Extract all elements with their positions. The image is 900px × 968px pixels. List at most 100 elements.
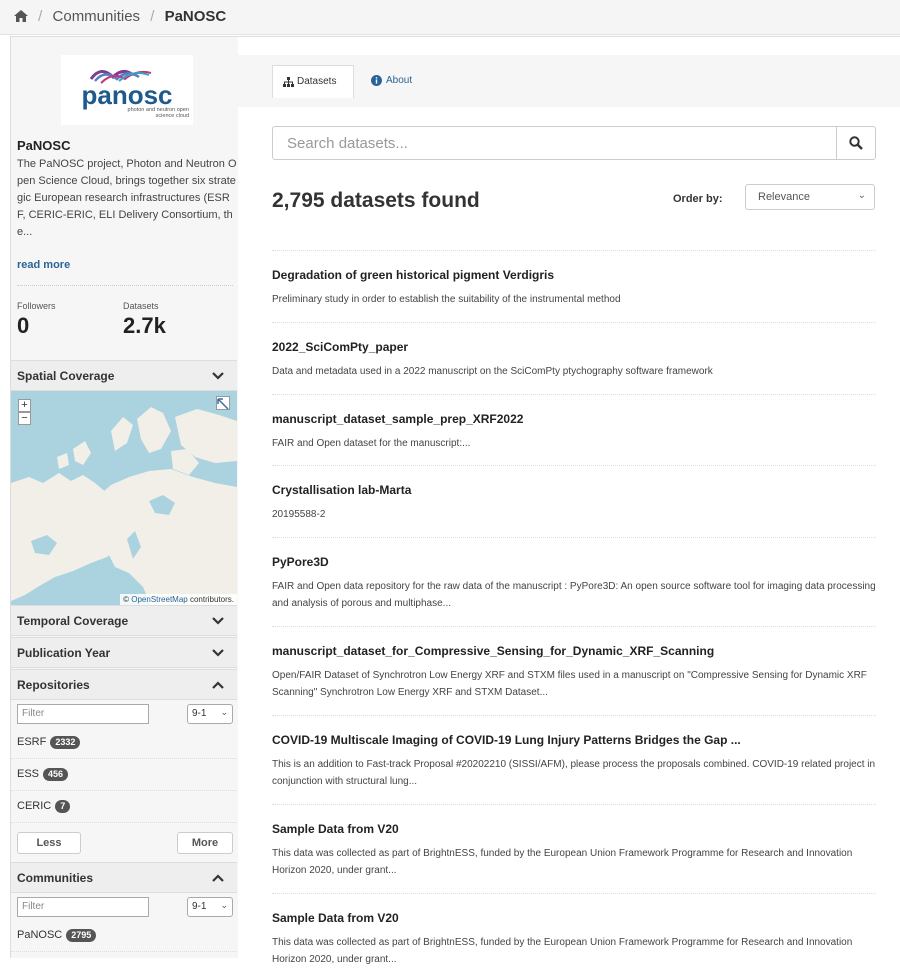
dataset-item: manuscript_dataset_for_Compressive_Sensi…: [272, 626, 876, 716]
less-button[interactable]: Less: [17, 832, 81, 854]
repository-item-ceric[interactable]: CERIC 7: [11, 791, 237, 823]
repositories-sort-select[interactable]: 9-1 ⌄: [187, 704, 233, 724]
communities-filter-input[interactable]: Filter: [17, 897, 149, 917]
dataset-description: This data was collected as part of Brigh…: [272, 937, 853, 965]
dataset-item: Sample Data from V20 This data was colle…: [272, 804, 876, 894]
facet-repositories[interactable]: Repositories: [11, 669, 237, 700]
breadcrumb-current[interactable]: PaNOSC: [165, 8, 227, 25]
divider: [17, 285, 233, 286]
sitemap-icon: [283, 77, 294, 87]
results-count: 2,795 datasets found: [272, 189, 480, 212]
dataset-description: FAIR and Open dataset for the manuscript…: [272, 438, 471, 449]
tab-datasets-label: Datasets: [297, 76, 337, 87]
dataset-title-link[interactable]: manuscript_dataset_for_Compressive_Sensi…: [272, 644, 714, 658]
tab-bar: Datasets About: [238, 55, 900, 107]
dataset-item: manuscript_dataset_sample_prep_XRF2022 F…: [272, 394, 876, 466]
count-badge: 2332: [50, 736, 81, 749]
facet-title: Publication Year: [17, 646, 111, 660]
followers-count: 0: [17, 313, 30, 338]
communities-sort-select[interactable]: 9-1 ⌄: [187, 897, 233, 917]
repository-item-ess[interactable]: ESS 456: [11, 759, 237, 791]
search-input[interactable]: Search datasets...: [287, 135, 408, 152]
draw-rectangle-icon[interactable]: [216, 396, 230, 410]
map-attribution: © OpenStreetMap contributors.: [120, 594, 237, 605]
community-sidebar: panosc photon and neutron open science c…: [10, 36, 240, 958]
tab-about[interactable]: About: [386, 75, 412, 86]
breadcrumb: / Communities / PaNOSC: [14, 8, 226, 25]
chevron-down-icon: ⌄: [857, 190, 866, 201]
facet-title: Spatial Coverage: [17, 369, 115, 383]
dataset-title-link[interactable]: Sample Data from V20: [272, 911, 399, 925]
divider: [836, 127, 837, 159]
chevron-down-icon: [212, 649, 224, 657]
dataset-description: Preliminary study in order to establish …: [272, 294, 621, 305]
dataset-title-link[interactable]: Degradation of green historical pigment …: [272, 268, 554, 282]
dataset-description: 20195588-2: [272, 509, 326, 520]
chevron-down-icon: ⌄: [220, 900, 228, 910]
facet-spatial-coverage[interactable]: Spatial Coverage: [11, 360, 237, 391]
communities-filter-row: Filter 9-1 ⌄: [11, 894, 237, 920]
community-description: The PaNOSC project, Photon and Neutron O…: [17, 158, 237, 238]
community-title: PaNOSC: [17, 138, 71, 153]
dataset-description: FAIR and Open data repository for the ra…: [272, 581, 876, 609]
community-item-panosc[interactable]: PaNOSC 2795: [11, 920, 237, 952]
datasets-label: Datasets: [123, 301, 159, 311]
dataset-description: This data was collected as part of Brigh…: [272, 848, 853, 876]
home-icon[interactable]: [14, 9, 28, 22]
dataset-item: COVID-19 Multiscale Imaging of COVID-19 …: [272, 715, 876, 805]
repositories-filter-input[interactable]: Filter: [17, 704, 149, 724]
info-icon: [371, 75, 382, 86]
dataset-item: Crystallisation lab-Marta 20195588-2: [272, 465, 876, 538]
chevron-up-icon: [212, 681, 224, 689]
chevron-down-icon: ⌄: [220, 707, 228, 717]
order-by-select[interactable]: Relevance ⌄: [745, 184, 875, 210]
logo-wordmark: panosc: [81, 80, 172, 110]
dataset-title-link[interactable]: Sample Data from V20: [272, 822, 399, 836]
read-more-link[interactable]: read more: [17, 259, 70, 271]
facet-title: Repositories: [17, 678, 90, 692]
datasets-count: 2.7k: [123, 313, 166, 338]
chevron-up-icon: [212, 874, 224, 882]
zoom-out-button[interactable]: −: [18, 412, 31, 425]
breadcrumb-communities[interactable]: Communities: [53, 8, 141, 25]
search-icon[interactable]: [849, 136, 863, 150]
chevron-down-icon: [212, 617, 224, 625]
dataset-item: 2022_SciComPty_paper Data and metadata u…: [272, 322, 876, 395]
dataset-description: This is an addition to Fast-track Propos…: [272, 759, 876, 787]
openstreetmap-link[interactable]: OpenStreetMap: [131, 595, 187, 604]
dataset-description: Open/FAIR Dataset of Synchrotron Low Ene…: [272, 670, 867, 698]
dataset-search-box: Search datasets...: [272, 126, 876, 160]
chevron-down-icon: [212, 372, 224, 380]
facet-temporal-coverage[interactable]: Temporal Coverage: [11, 605, 237, 636]
count-badge: 2795: [66, 929, 97, 942]
order-by-label: Order by:: [673, 193, 723, 205]
facet-publication-year[interactable]: Publication Year: [11, 637, 237, 668]
spatial-map[interactable]: + − © OpenStreetMap contributors.: [11, 391, 237, 605]
dataset-title-link[interactable]: manuscript_dataset_sample_prep_XRF2022: [272, 412, 523, 426]
more-button[interactable]: More: [177, 832, 233, 854]
breadcrumb-separator: /: [150, 8, 155, 25]
map-tiles: [11, 407, 237, 605]
main-content: Datasets About Search datasets... 2,795 …: [238, 36, 900, 965]
zoom-in-button[interactable]: +: [18, 399, 31, 412]
facet-title: Communities: [17, 871, 94, 885]
dataset-item: Degradation of green historical pigment …: [272, 250, 876, 323]
facet-communities[interactable]: Communities: [11, 862, 237, 893]
dataset-item: PyPore3D FAIR and Open data repository f…: [272, 537, 876, 627]
dataset-title-link[interactable]: COVID-19 Multiscale Imaging of COVID-19 …: [272, 733, 741, 747]
tab-datasets[interactable]: Datasets: [272, 65, 354, 98]
breadcrumb-bar: / Communities / PaNOSC: [0, 0, 900, 35]
count-badge: 456: [43, 768, 69, 781]
repository-item-esrf[interactable]: ESRF 2332: [11, 727, 237, 759]
facet-title: Temporal Coverage: [17, 614, 129, 628]
dataset-title-link[interactable]: 2022_SciComPty_paper: [272, 340, 408, 354]
count-badge: 7: [55, 800, 71, 813]
logo-tagline: photon and neutron open science cloud: [127, 107, 189, 119]
dataset-title-link[interactable]: PyPore3D: [272, 555, 329, 569]
dataset-description: Data and metadata used in a 2022 manuscr…: [272, 366, 713, 377]
followers-label: Followers: [17, 301, 56, 311]
dataset-item: Sample Data from V20 This data was colle…: [272, 893, 876, 965]
panosc-logo[interactable]: panosc photon and neutron open science c…: [61, 55, 193, 125]
repositories-filter-row: Filter 9-1 ⌄: [11, 701, 237, 727]
dataset-title-link[interactable]: Crystallisation lab-Marta: [272, 483, 411, 497]
